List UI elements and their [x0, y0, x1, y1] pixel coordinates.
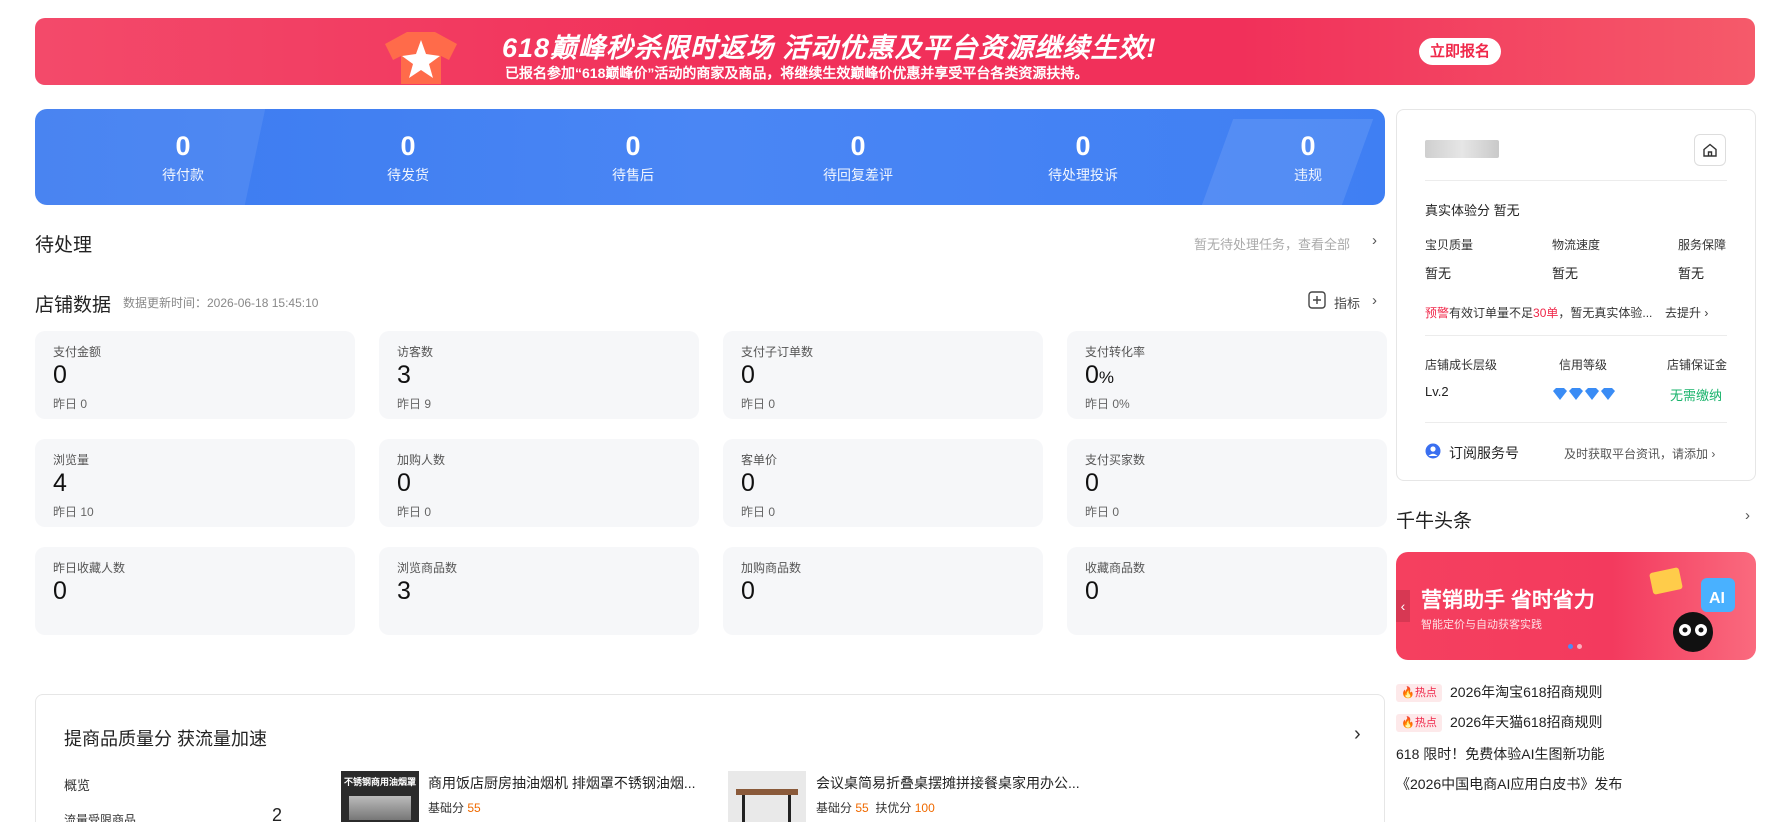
update-time: 数据更新时间：2026-06-18 15:45:10	[123, 296, 319, 310]
stat-pending-bad-review[interactable]: 0 待回复差评	[778, 131, 938, 185]
subscribe-tip-link[interactable]: 及时获取平台资讯，请添加 ›	[1564, 445, 1715, 462]
product-name[interactable]: 商用饭店厨房抽油烟机 排烟罩不锈钢油烟...	[428, 773, 696, 793]
banner-title: 618巅峰秒杀限时返场 活动优惠及平台资源继续生效!	[502, 33, 1157, 63]
svg-text:AI: AI	[1709, 590, 1725, 607]
hot-badge: 🔥热点	[1396, 684, 1442, 703]
metric-card[interactable]: 浏览商品数 3	[379, 547, 699, 635]
stat-violations[interactable]: 0 违规	[1228, 131, 1385, 185]
promo-subtitle: 智能定价与自动获客实践	[1421, 619, 1542, 631]
carousel-prev-button[interactable]: ‹	[1396, 590, 1410, 622]
promo-banner[interactable]: 618巅峰秒杀限时返场 活动优惠及平台资源继续生效! 已报名参加“618巅峰价”…	[35, 18, 1755, 85]
metric-card[interactable]: 昨日收藏人数 0	[35, 547, 355, 635]
metric-card[interactable]: 支付金额 0 昨日 0	[35, 331, 355, 419]
chevron-right-icon[interactable]: ›	[1372, 292, 1377, 309]
chevron-right-icon[interactable]: ›	[1354, 723, 1361, 746]
mascot-ai-icon: AI	[1649, 567, 1735, 652]
improve-link[interactable]: 去提升 ›	[1665, 304, 1708, 321]
restricted-products-count: 2	[272, 805, 283, 822]
metrics-button[interactable]: 指标	[1334, 293, 1360, 312]
stat-pending-shipment[interactable]: 0 待发货	[328, 131, 488, 185]
shop-name-blurred	[1425, 140, 1499, 158]
user-circle-icon	[1425, 443, 1441, 459]
deposit-status: 无需缴纳	[1670, 388, 1723, 403]
metric-card[interactable]: 浏览量 4 昨日 10	[35, 439, 355, 527]
stat-pending-complaint[interactable]: 0 待处理投诉	[1003, 131, 1163, 185]
subscribe-service[interactable]: 订阅服务号	[1449, 443, 1519, 463]
promo-carousel[interactable]: ‹ 营销助手 省时省力 智能定价与自动获客实践 AI	[1396, 552, 1756, 660]
promo-title: 营销助手 省时省力	[1421, 589, 1595, 612]
carousel-dot[interactable]	[1577, 644, 1582, 649]
headlines-title: 千牛头条	[1396, 511, 1473, 532]
metric-card[interactable]: 支付子订单数 0 昨日 0	[723, 331, 1043, 419]
growth-level: Lv.2	[1425, 384, 1449, 399]
carousel-dot[interactable]	[1568, 644, 1573, 649]
news-item[interactable]: 《2026中国电商AI应用白皮书》发布	[1396, 774, 1622, 794]
warning-text: 预警有效订单量不足30单，暂无真实体验...	[1425, 306, 1653, 320]
stat-pending-payment[interactable]: 0 待付款	[103, 131, 263, 185]
product-name[interactable]: 会议桌简易折叠桌摆摊拼接餐桌家用办公...	[816, 773, 1080, 793]
plus-square-icon[interactable]	[1308, 291, 1326, 309]
home-button[interactable]	[1694, 134, 1726, 166]
product-thumbnail[interactable]	[728, 771, 806, 822]
metric-card[interactable]: 客单价 0 昨日 0	[723, 439, 1043, 527]
overview-label: 概览	[64, 778, 91, 793]
restricted-products-label: 流量受限商品	[64, 813, 137, 822]
news-item[interactable]: 🔥热点 2026年天猫618招商规则	[1396, 712, 1603, 733]
metric-card[interactable]: 支付转化率 0% 昨日 0%	[1067, 331, 1387, 419]
product-thumbnail[interactable]: 不锈钢商用油烟罩	[341, 771, 419, 822]
quality-title: 提商品质量分 获流量加速	[64, 729, 267, 749]
pending-title: 待处理	[35, 235, 93, 256]
star-shirt-icon	[385, 32, 457, 84]
metric-card[interactable]: 支付买家数 0 昨日 0	[1067, 439, 1387, 527]
register-button[interactable]: 立即报名	[1419, 38, 1501, 65]
store-data-title: 店铺数据	[35, 295, 112, 316]
metric-card[interactable]: 收藏商品数 0	[1067, 547, 1387, 635]
news-item[interactable]: 618 限时！免费体验AI生图新功能	[1396, 744, 1604, 764]
quality-score-section: 提商品质量分 获流量加速 › 概览 不锈钢商用油烟罩 商用饭店厨房抽油烟机 排烟…	[35, 694, 1385, 822]
metric-card[interactable]: 加购商品数 0	[723, 547, 1043, 635]
credit-diamonds-icon	[1553, 388, 1615, 400]
metric-card[interactable]: 访客数 3 昨日 9	[379, 331, 699, 419]
stat-pending-aftersale[interactable]: 0 待售后	[553, 131, 713, 185]
hot-badge: 🔥热点	[1396, 714, 1442, 733]
metric-card[interactable]: 加购人数 0 昨日 0	[379, 439, 699, 527]
home-icon	[1703, 143, 1717, 157]
chevron-right-icon[interactable]: ›	[1745, 507, 1750, 524]
chevron-right-icon[interactable]: ›	[1372, 232, 1377, 249]
banner-subtitle: 已报名参加“618巅峰价”活动的商家及商品，将继续生效巅峰价优惠并享受平台各类资…	[505, 65, 1089, 81]
order-stats-bar: 0 待付款 0 待发货 0 待售后 0 待回复差评 0 待处理投诉 0 违规	[35, 109, 1385, 205]
shop-info-panel: 真实体验分 暂无 宝贝质量 物流速度 服务保障 暂无 暂无 暂无 预警有效订单量…	[1396, 109, 1756, 481]
view-all-pending-link[interactable]: 暂无待处理任务，查看全部	[1194, 234, 1350, 253]
news-item[interactable]: 🔥热点 2026年淘宝618招商规则	[1396, 682, 1603, 703]
